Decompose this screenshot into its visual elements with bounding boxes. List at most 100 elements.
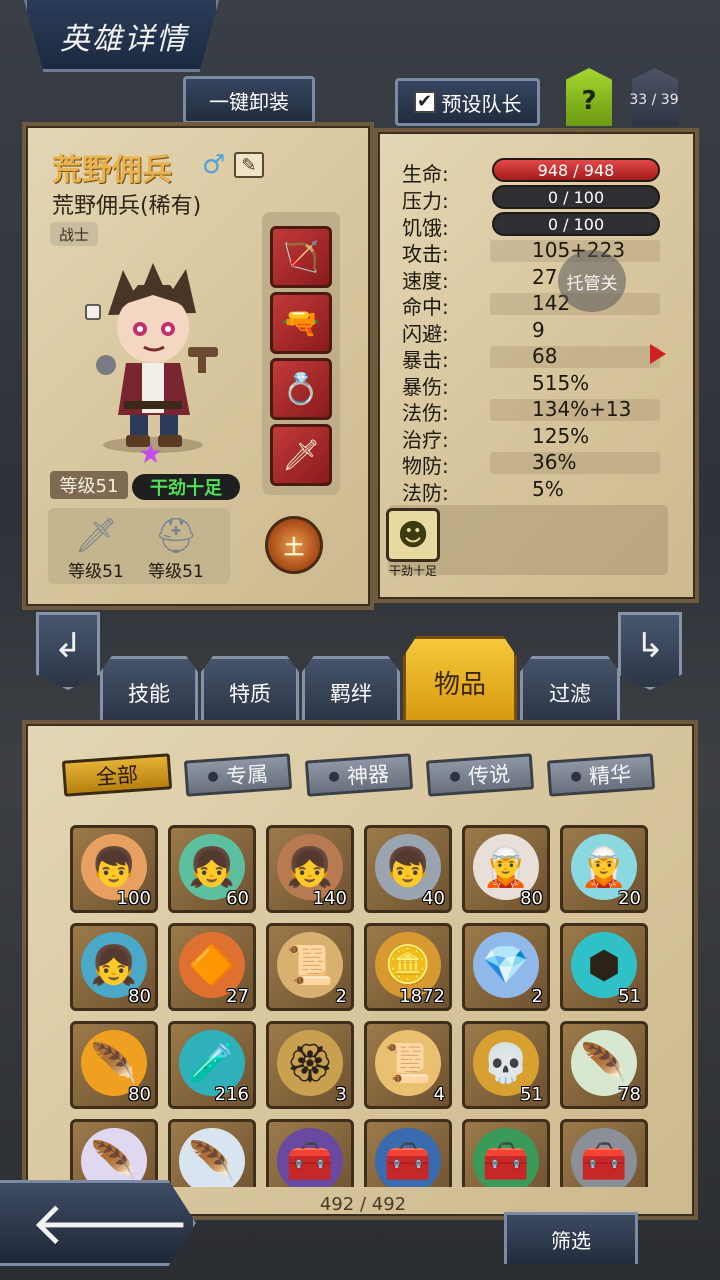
stat-row: 命中: 142: [402, 291, 664, 319]
chest-gray-icon: 🧰: [571, 1128, 637, 1187]
next-hero-arrow-icon[interactable]: ↳: [618, 612, 682, 690]
card-scroll-icon: 📜: [375, 1030, 441, 1096]
filter-label: 专属: [225, 761, 269, 789]
auto-toggle-overlay[interactable]: 托管关: [558, 250, 626, 312]
equip-slot-1[interactable]: 🏹: [270, 226, 332, 288]
gun-icon: 🔫: [282, 305, 320, 341]
item-slot[interactable]: 📜 4: [364, 1021, 452, 1109]
item-slot[interactable]: 🧰: [462, 1119, 550, 1187]
preset-leader-checkbox[interactable]: ✔: [413, 91, 436, 113]
item-count: 216: [214, 1084, 249, 1105]
item-slot[interactable]: 🧝 80: [462, 825, 550, 913]
stress-bar: 0 / 100: [492, 185, 660, 209]
stat-value: 68: [532, 344, 558, 368]
expand-stats-arrow-icon[interactable]: [650, 344, 666, 364]
item-grid: 👦 100 👧 60 👧 140 👦 40 🧝 80 🧝 20 👧 80 🔶 27 📜 2 🪙 1872 💎 2 ⬢ 51 🪶 8…: [70, 825, 656, 1187]
mood-trait-icon[interactable]: ☻: [386, 508, 440, 562]
equip-slot-2[interactable]: 🔫: [270, 292, 332, 354]
stat-label: 暴击:: [402, 348, 449, 372]
item-slot[interactable]: 🧝 20: [560, 825, 648, 913]
item-count: 2: [531, 986, 543, 1007]
tab-skills[interactable]: 技能: [100, 656, 198, 720]
filter-essence[interactable]: 精华: [546, 753, 656, 797]
helmet-icon: ⛑: [154, 516, 198, 556]
stat-value: 27: [532, 265, 558, 289]
stat-value: 515%: [532, 371, 590, 395]
stat-row: 闪避: 9: [402, 318, 664, 346]
item-slot[interactable]: 🧰: [560, 1119, 648, 1187]
item-slot[interactable]: 📜 2: [266, 923, 354, 1011]
stat-hunger-label: 饥饿:: [402, 216, 449, 240]
hero-portrait: [78, 255, 228, 455]
filter-button[interactable]: 筛选: [504, 1212, 638, 1264]
item-slot[interactable]: 👧 60: [168, 825, 256, 913]
item-slot[interactable]: 🪶 78: [560, 1021, 648, 1109]
item-slot[interactable]: 💎 2: [462, 923, 550, 1011]
item-slot[interactable]: 💀 51: [462, 1021, 550, 1109]
item-count: 20: [618, 888, 641, 909]
weapon-level: 等级51: [68, 562, 124, 582]
equip-slot-3[interactable]: 💍: [270, 358, 332, 420]
item-count: 4: [433, 1084, 445, 1105]
feather-purple-icon: 🪶: [81, 1128, 147, 1187]
back-button[interactable]: 🡐: [0, 1180, 196, 1266]
stat-row: 治疗: 125%: [402, 424, 664, 452]
item-slot[interactable]: 🧰: [364, 1119, 452, 1187]
filter-artifact[interactable]: 神器: [304, 753, 414, 797]
item-slot[interactable]: 🧪 216: [168, 1021, 256, 1109]
hp-bar: 948 / 948: [492, 158, 660, 182]
item-count: 80: [128, 1084, 151, 1105]
edit-name-icon[interactable]: ✎: [234, 152, 264, 178]
item-slot[interactable]: 👦 40: [364, 825, 452, 913]
item-count: 78: [618, 1084, 641, 1105]
filter-all[interactable]: 全部: [61, 753, 173, 797]
tab-filter[interactable]: 过滤: [520, 656, 620, 720]
unequip-all-button[interactable]: 一键卸装: [183, 76, 315, 124]
filter-label: 神器: [346, 761, 390, 789]
stat-stress-label: 压力:: [402, 189, 449, 213]
crossbow-icon: 🏹: [282, 239, 320, 275]
weapon-gear[interactable]: 🗡 等级51: [54, 508, 138, 584]
item-slot[interactable]: 🪶: [70, 1119, 158, 1187]
ring-icon: 💍: [282, 371, 320, 407]
hero-level: 等级51: [50, 471, 128, 499]
armor-level: 等级51: [148, 562, 204, 582]
hero-subtitle: 荒野佣兵(稀有): [52, 194, 202, 219]
item-slot[interactable]: 🔶 27: [168, 923, 256, 1011]
element-badge[interactable]: 土: [265, 516, 323, 574]
item-slot[interactable]: 👦 100: [70, 825, 158, 913]
preset-leader-button[interactable]: ✔ 预设队长: [395, 78, 540, 126]
feather-blue-icon: 🪶: [179, 1128, 245, 1187]
item-slot[interactable]: 🏵 3: [266, 1021, 354, 1109]
stat-row: 暴击: 68: [402, 344, 664, 372]
tab-traits[interactable]: 特质: [201, 656, 299, 720]
item-slot[interactable]: ⬢ 51: [560, 923, 648, 1011]
stat-hp-label: 生命:: [402, 162, 449, 186]
armor-gear[interactable]: ⛑ 等级51: [134, 508, 218, 584]
item-slot[interactable]: 🪙 1872: [364, 923, 452, 1011]
help-button[interactable]: ?: [566, 68, 612, 126]
stat-label: 闪避:: [402, 322, 449, 346]
stat-row: 物防: 36%: [402, 450, 664, 478]
stat-row: 攻击: 105+223: [402, 238, 664, 266]
filter-label: 精华: [588, 761, 632, 789]
prev-hero-arrow-icon[interactable]: ↲: [36, 612, 100, 690]
item-slot[interactable]: 🪶: [168, 1119, 256, 1187]
filter-legendary[interactable]: 传说: [425, 753, 535, 797]
spear-icon: 🗡: [281, 437, 321, 473]
item-slot[interactable]: 👧 140: [266, 825, 354, 913]
chest-green-icon: 🧰: [473, 1128, 539, 1187]
stat-stress: 压力: 0 / 100: [402, 185, 664, 213]
item-slot[interactable]: 🪶 80: [70, 1021, 158, 1109]
item-slot[interactable]: 🧰: [266, 1119, 354, 1187]
chest-blue-icon: 🧰: [375, 1128, 441, 1187]
tab-items[interactable]: 物品: [403, 636, 517, 720]
item-count: 140: [312, 888, 347, 909]
stat-label: 治疗:: [402, 428, 449, 452]
item-count: 3: [335, 1084, 347, 1105]
tab-bonds[interactable]: 羁绊: [302, 656, 400, 720]
item-slot[interactable]: 👧 80: [70, 923, 158, 1011]
equip-slot-4[interactable]: 🗡: [270, 424, 332, 486]
filter-exclusive[interactable]: 专属: [183, 753, 293, 797]
stat-label: 命中:: [402, 295, 449, 319]
